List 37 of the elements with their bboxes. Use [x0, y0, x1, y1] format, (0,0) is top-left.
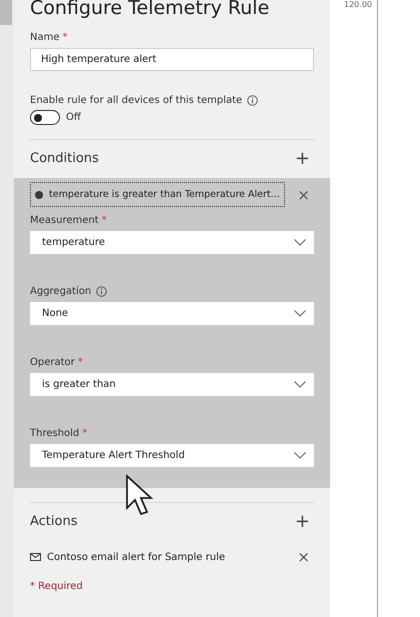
chevron-icon	[294, 381, 306, 388]
axis-label: 120.00	[344, 0, 372, 9]
field-label: Threshold	[30, 428, 80, 438]
dropdown[interactable]: is greater than	[30, 373, 314, 396]
action-item[interactable]: Contoso email alert for Sample rule	[47, 552, 288, 562]
chevron-icon	[294, 239, 306, 246]
section-heading: Conditions	[30, 150, 99, 166]
required-mark: *	[102, 214, 107, 226]
info-icon[interactable]	[96, 286, 108, 296]
add-button[interactable]: +	[290, 510, 314, 532]
dropdown[interactable]: None	[30, 302, 314, 325]
condition-summary: temperature is greater than Temperature Alert...	[49, 189, 280, 200]
field-label: Operator	[30, 356, 75, 368]
required-mark: *	[78, 356, 83, 368]
toggle-switch[interactable]	[30, 110, 60, 125]
chevron-icon	[294, 452, 306, 459]
condition-item[interactable]: temperature is greater than Temperature Alert...	[30, 182, 286, 207]
chevron-icon	[294, 310, 306, 317]
field-label: Aggregation	[30, 286, 92, 296]
name-input[interactable]: High temperature alert	[30, 48, 314, 71]
field-label: Measurement	[30, 214, 99, 226]
dropdown[interactable]: temperature	[30, 231, 314, 254]
toggle-state: Off	[66, 112, 81, 123]
close-button[interactable]: ×	[293, 548, 314, 566]
sidebar-block	[0, 0, 12, 25]
section-heading: Actions	[30, 514, 78, 528]
required-mark: *	[62, 32, 68, 43]
close-button[interactable]: ×	[293, 186, 314, 204]
required-note: * Required	[30, 581, 84, 592]
toggle-label: Enable rule for all devices of this template	[30, 95, 242, 106]
add-button[interactable]: +	[290, 148, 314, 168]
required-mark: *	[82, 428, 88, 438]
dropdown[interactable]: Temperature Alert Threshold	[30, 444, 314, 467]
field-label: Name	[30, 32, 60, 43]
mail-icon	[30, 553, 41, 561]
info-icon[interactable]	[247, 95, 258, 106]
dot-icon	[35, 190, 43, 198]
